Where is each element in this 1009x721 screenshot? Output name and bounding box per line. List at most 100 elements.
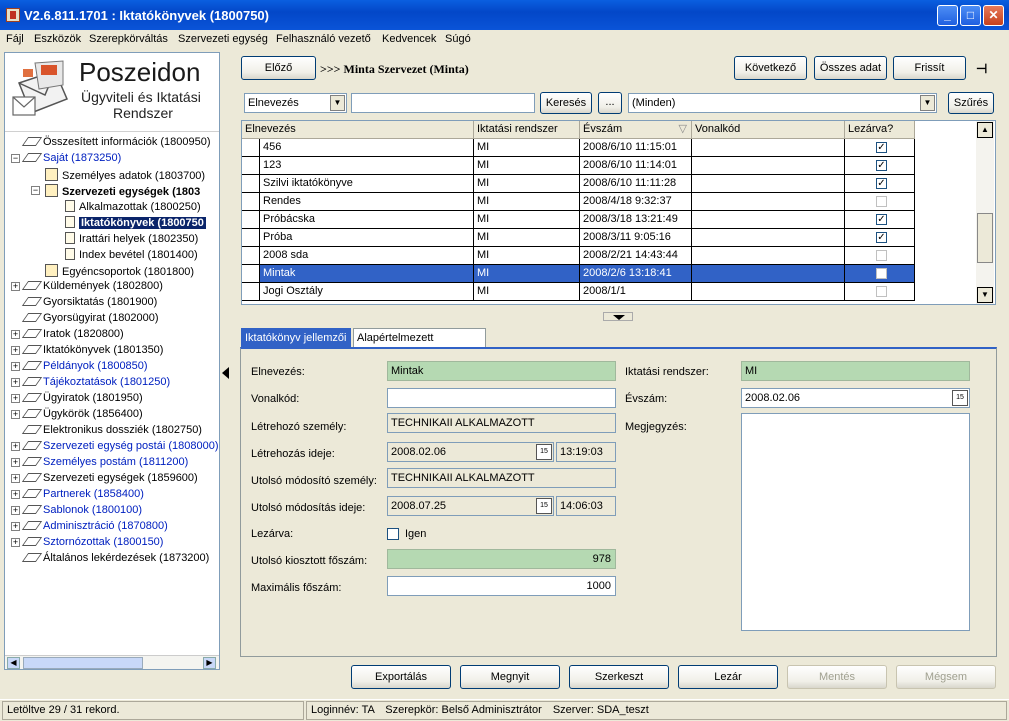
table-cell-year[interactable]: 2008/2/21 14:43:44	[580, 247, 692, 265]
expand-icon[interactable]: +	[11, 346, 20, 355]
cancel-button[interactable]: Mégsem	[896, 665, 996, 689]
row-selector[interactable]	[242, 247, 260, 265]
previous-button[interactable]: Előző	[241, 56, 316, 80]
table-cell-name[interactable]: Próbácska	[260, 211, 474, 229]
expand-icon[interactable]: +	[11, 474, 20, 483]
menu-file[interactable]: Fájl	[6, 33, 24, 45]
expand-icon[interactable]: +	[11, 282, 20, 291]
table-cell-name[interactable]: 2008 sda	[260, 247, 474, 265]
tree-node[interactable]: + Sablonok (1800100)	[11, 502, 142, 518]
table-cell-name[interactable]: 456	[260, 139, 474, 157]
menu-org-unit[interactable]: Szervezeti egység	[178, 33, 268, 45]
close-button[interactable]: ✕	[983, 5, 1004, 26]
system-field[interactable]: MI	[741, 361, 970, 381]
tree-node[interactable]: + Szervezeti egységek (1859600)	[11, 470, 198, 486]
note-textarea[interactable]	[741, 413, 970, 631]
table-cell-system[interactable]: MI	[474, 139, 580, 157]
column-header-barcode[interactable]: Vonalkód	[692, 121, 845, 139]
all-data-button[interactable]: Összes adat	[814, 56, 887, 80]
table-cell-system[interactable]: MI	[474, 229, 580, 247]
table-cell-year[interactable]: 2008/4/18 9:32:37	[580, 193, 692, 211]
close-book-button[interactable]: Lezár	[678, 665, 778, 689]
table-cell-system[interactable]: MI	[474, 157, 580, 175]
menu-favorites[interactable]: Kedvencek	[382, 33, 436, 45]
tree-node[interactable]: Személyes adatok (1803700)	[45, 166, 205, 182]
tree-node[interactable]: Gyorsügyirat (1802000)	[21, 310, 159, 326]
table-cell-barcode[interactable]	[692, 247, 845, 265]
table-cell-barcode[interactable]	[692, 175, 845, 193]
tree-node[interactable]: + Szervezeti egység postái (1808000)	[11, 438, 219, 454]
tree-node[interactable]: − Szervezeti egységek (1803	[31, 182, 200, 198]
expand-icon[interactable]: +	[11, 490, 20, 499]
table-cell-barcode[interactable]	[692, 193, 845, 211]
expand-icon[interactable]: +	[11, 410, 20, 419]
table-cell-system[interactable]: MI	[474, 247, 580, 265]
row-selector[interactable]	[242, 283, 260, 301]
max-main-number-field[interactable]: 1000	[387, 576, 616, 596]
table-cell-closed[interactable]: ✓	[845, 211, 915, 229]
table-cell-year[interactable]: 2008/6/10 11:15:01	[580, 139, 692, 157]
expand-icon[interactable]: +	[11, 506, 20, 515]
table-cell-closed[interactable]	[845, 193, 915, 211]
table-row[interactable]: Jogi Osztály MI 2008/1/1	[242, 283, 915, 301]
tree-node[interactable]: + Példányok (1800850)	[11, 358, 148, 374]
menu-tools[interactable]: Eszközök	[34, 33, 81, 45]
table-cell-barcode[interactable]	[692, 283, 845, 301]
barcode-field[interactable]	[387, 388, 616, 408]
search-field-select[interactable]: Elnevezés ▼	[244, 93, 347, 113]
table-row[interactable]: 456 MI 2008/6/10 11:15:01 ✓	[242, 139, 915, 157]
tree-node[interactable]: Általános lekérdezések (1873200)	[21, 550, 209, 566]
row-selector[interactable]	[242, 157, 260, 175]
expand-icon[interactable]: +	[11, 394, 20, 403]
calendar-icon[interactable]: 15	[952, 390, 968, 406]
tree-node[interactable]: − Saját (1873250)	[11, 150, 121, 166]
tree-node[interactable]: Iktatókönyvek (1800750	[65, 214, 206, 230]
table-cell-year[interactable]: 2008/2/6 13:18:41	[580, 265, 692, 283]
tab-default-access[interactable]: Alapértelmezett hozzáférés	[353, 328, 486, 362]
tree-node[interactable]: + Ügykörök (1856400)	[11, 406, 143, 422]
table-cell-year[interactable]: 2008/3/11 9:05:16	[580, 229, 692, 247]
column-header-year[interactable]: Évszám ▽	[580, 121, 692, 139]
save-button[interactable]: Mentés	[787, 665, 887, 689]
chevron-down-icon[interactable]: ▼	[330, 95, 345, 111]
table-cell-year[interactable]: 2008/6/10 11:14:01	[580, 157, 692, 175]
table-cell-system[interactable]: MI	[474, 175, 580, 193]
table-row[interactable]: Próba MI 2008/3/11 9:05:16 ✓	[242, 229, 915, 247]
pin-icon[interactable]: ⊣	[976, 61, 987, 77]
calendar-icon[interactable]: 15	[536, 498, 552, 514]
grid-resize-handle[interactable]	[603, 312, 633, 321]
row-selector[interactable]	[242, 265, 260, 283]
closed-checkbox[interactable]	[387, 528, 399, 540]
table-cell-year[interactable]: 2008/1/1	[580, 283, 692, 301]
table-row[interactable]: Mintak MI 2008/2/6 13:18:41	[242, 265, 915, 283]
column-header-closed[interactable]: Lezárva?	[845, 121, 915, 139]
table-row[interactable]: Szilvi iktatókönyve MI 2008/6/10 11:11:28 ✓	[242, 175, 915, 193]
tree-node[interactable]: Irattári helyek (1802350)	[65, 230, 198, 246]
expand-icon[interactable]: +	[11, 522, 20, 531]
calendar-icon[interactable]: 15	[536, 444, 552, 460]
row-selector[interactable]	[242, 193, 260, 211]
tree-node[interactable]: + Adminisztráció (1870800)	[11, 518, 168, 534]
scroll-thumb[interactable]	[977, 213, 993, 263]
table-cell-closed[interactable]: ✓	[845, 229, 915, 247]
tree-node[interactable]: + Partnerek (1858400)	[11, 486, 144, 502]
column-header-system[interactable]: Iktatási rendszer	[474, 121, 580, 139]
tree-horizontal-scrollbar[interactable]: ◀ ▶	[5, 655, 219, 669]
minimize-button[interactable]: _	[937, 5, 958, 26]
open-button[interactable]: Megnyit	[460, 665, 560, 689]
name-field[interactable]: Mintak	[387, 361, 616, 381]
table-cell-name[interactable]: Rendes	[260, 193, 474, 211]
refresh-button[interactable]: Frissít	[893, 56, 966, 80]
expand-icon[interactable]: +	[11, 330, 20, 339]
table-cell-barcode[interactable]	[692, 157, 845, 175]
table-cell-barcode[interactable]	[692, 265, 845, 283]
expand-icon[interactable]: +	[11, 362, 20, 371]
table-cell-closed[interactable]	[845, 265, 915, 283]
table-cell-system[interactable]: MI	[474, 211, 580, 229]
table-cell-closed[interactable]: ✓	[845, 175, 915, 193]
table-cell-name[interactable]: Próba	[260, 229, 474, 247]
table-cell-closed[interactable]	[845, 247, 915, 265]
table-cell-name[interactable]: Jogi Osztály	[260, 283, 474, 301]
tree-node[interactable]: Index bevétel (1801400)	[65, 246, 198, 262]
scroll-up-icon[interactable]: ▲	[977, 122, 993, 138]
